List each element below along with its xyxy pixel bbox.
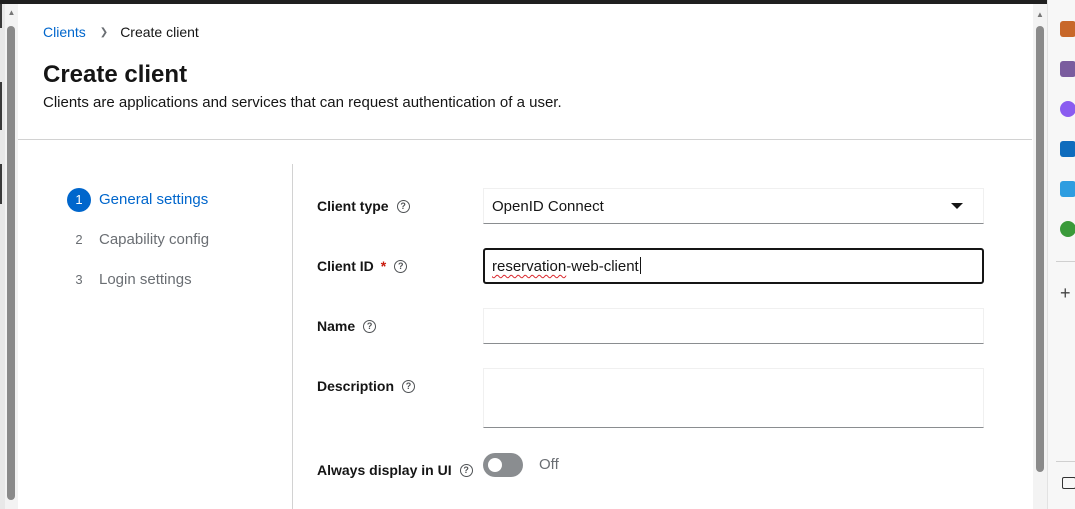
help-icon[interactable]: ? [394,259,408,273]
client-type-label: Client type ? [317,198,410,214]
page-title: Create client [43,61,188,88]
name-label: Name ? [317,318,377,334]
step-number: 3 [75,272,83,287]
client-id-misspelled-word: reservation [492,258,567,275]
wizard-nav: 1 General settings 2 Capability config 3… [67,187,209,307]
client-type-select[interactable]: OpenID Connect [483,188,984,224]
help-icon[interactable]: ? [363,319,377,333]
required-asterisk: * [380,258,387,274]
edge-divider [1056,461,1075,462]
add-icon[interactable]: + [1060,284,1071,302]
header-divider [18,139,1032,140]
left-scrollbar-thumb[interactable] [7,26,15,500]
description-textarea[interactable] [483,368,984,428]
step-number: 2 [75,232,83,247]
step-label: Capability config [99,231,210,248]
always-display-label: Always display in UI ? [317,462,473,478]
client-id-value: reservation-web-client [492,257,641,275]
wizard-step-login-settings[interactable]: 3 Login settings [67,267,209,292]
chevron-right-icon: ❯ [99,26,109,38]
description-label-text: Description [317,378,395,394]
name-label-text: Name [317,318,356,334]
name-input[interactable] [483,308,984,344]
client-type-value: OpenID Connect [492,197,604,215]
browser-edge-sidebar: + [1047,0,1075,509]
step-number-badge: 1 [67,187,91,212]
outlook-icon[interactable] [1060,141,1075,157]
caret-down-icon [951,203,963,209]
tree-icon[interactable] [1060,221,1075,237]
breadcrumb-current: Create client [120,24,199,40]
breadcrumb: Clients ❯ Create client [43,24,199,40]
help-icon[interactable]: ? [402,379,416,393]
toolbox-icon[interactable] [1060,21,1075,37]
client-id-label-text: Client ID [317,258,374,274]
always-display-label-text: Always display in UI [317,462,452,478]
client-id-value-rest: -web-client [566,258,639,275]
breadcrumb-clients-link[interactable]: Clients [43,24,86,40]
send-icon[interactable] [1060,181,1075,197]
wizard-step-general-settings[interactable]: 1 General settings [67,187,209,212]
left-scroll-up-icon[interactable]: ▲ [5,6,18,20]
description-label: Description ? [317,378,416,394]
always-display-state: Off [539,456,559,473]
client-type-label-text: Client type [317,198,389,214]
edge-divider [1056,261,1075,262]
copilot-icon[interactable] [1060,101,1075,117]
help-icon[interactable]: ? [396,199,410,213]
right-scrollbar-thumb[interactable] [1036,26,1044,472]
client-id-label: Client ID * ? [317,258,408,274]
right-scroll-up-icon[interactable]: ▲ [1033,8,1047,22]
toggle-knob [488,458,502,472]
page-description: Clients are applications and services th… [43,94,562,111]
always-display-toggle[interactable] [483,453,523,477]
text-cursor [639,257,641,274]
sidebar-toggle-icon[interactable] [1062,477,1075,489]
wizard-step-capability-config[interactable]: 2 Capability config [67,227,209,252]
wizard-divider [292,164,293,509]
help-icon[interactable]: ? [459,463,473,477]
step-label: Login settings [99,271,192,288]
window-top-bar [0,0,1075,4]
step-label: General settings [99,191,209,208]
people-icon[interactable] [1060,61,1075,77]
